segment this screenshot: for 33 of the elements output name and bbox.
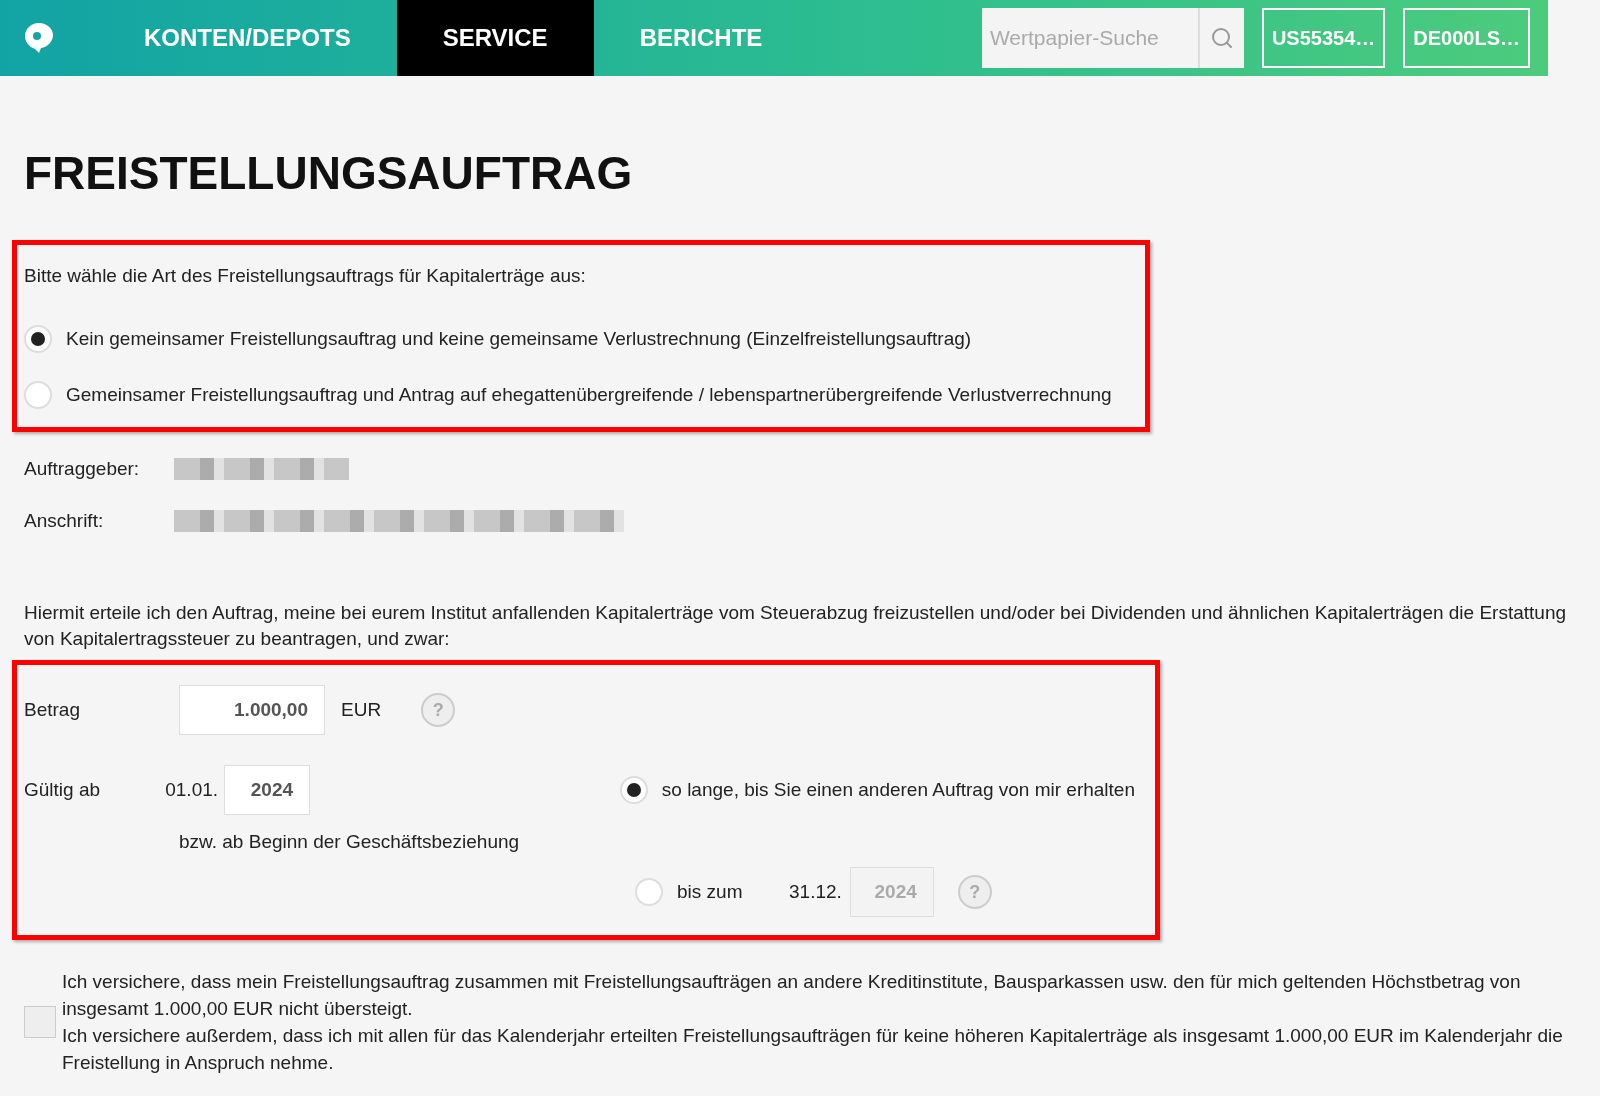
field-note: bzw. ab Beginn der Geschäftsbeziehung — [179, 831, 520, 852]
date-prefix: 01.01. — [165, 779, 219, 801]
radio-button[interactable] — [619, 776, 648, 804]
search-field[interactable]: Wertpapier-Suche — [981, 8, 1198, 68]
security-link-button[interactable]: DE000LS… — [1403, 8, 1530, 68]
page-title: FREISTELLUNGSAUFTRAG — [24, 146, 634, 200]
field-label: Gültig ab — [24, 779, 102, 801]
radio-button[interactable] — [24, 381, 52, 409]
field-label: Auftraggeber: — [24, 458, 141, 480]
radio-button[interactable] — [24, 325, 52, 353]
radio-label: Gemeinsamer Freistellungsauftrag und Antrag auf ehegattenübergreifende / lebenspartnerübergreifende Verlustverrechnung — [66, 384, 1112, 406]
order-paragraph: Hiermit erteile ich den Auftrag, meine bei eurem Institut anfallenden Kapitalerträge vom Steuerabzug freizustellen und/oder bei Dividenden und ähnlichen Kapitalerträgen die Erstattung von Kapitalertragssteuer zu beantragen, und zwar: — [24, 601, 1568, 651]
search-icon — [1209, 26, 1234, 50]
radio-label: bis zum — [677, 881, 744, 903]
nav-tab[interactable]: KONTEN/DEPOTS — [98, 0, 397, 76]
amount-field[interactable]: 1.000,00 — [179, 685, 325, 735]
radio-label: Kein gemeinsamer Freistellungsauftrag und keine gemeinsame Verlustrechnung (Einzelfreistellungsauftrag) — [66, 328, 972, 350]
year-field[interactable]: 2024 — [224, 765, 311, 815]
radio-label: so lange, bis Sie einen anderen Auftrag von mir erhalten — [661, 779, 1135, 801]
section-prompt: Bitte wähle die Art des Freistellungsauftrags für Kapitalerträge aus: — [24, 265, 587, 287]
security-link-button[interactable]: US55354… — [1261, 8, 1386, 68]
field-label: Anschrift: — [24, 510, 105, 532]
nav-tab[interactable]: SERVICE — [396, 0, 594, 76]
help-button[interactable]: ? — [421, 693, 456, 727]
search-button[interactable] — [1197, 8, 1244, 68]
checkbox[interactable] — [24, 1006, 56, 1038]
confirmation-text: Ich versichere, dass mein Freistellungsauftrag zusammen mit Freistellungsaufträgen an andere Kreditinstitute, Bausparkassen usw. den für mich geltenden Höchstbetrag von insgesamt 1.000,00 EUR nicht übersteigt. — [62, 970, 1522, 1021]
date-prefix: 31.12. — [789, 881, 842, 903]
field-label: Betrag — [24, 699, 81, 721]
currency-label: EUR — [341, 699, 382, 721]
nav-tab[interactable]: BERICHTE — [593, 0, 809, 76]
confirmation-text: Ich versichere außerdem, dass ich mit allen für das Kalenderjahr erteilten Freistellungsaufträgen für keine höheren Kapitalerträge als insgesamt 1.000,00 EUR im Kalenderjahr die Freistellung in Anspruch nehme. — [62, 1024, 1564, 1075]
logo-icon[interactable] — [24, 22, 54, 54]
